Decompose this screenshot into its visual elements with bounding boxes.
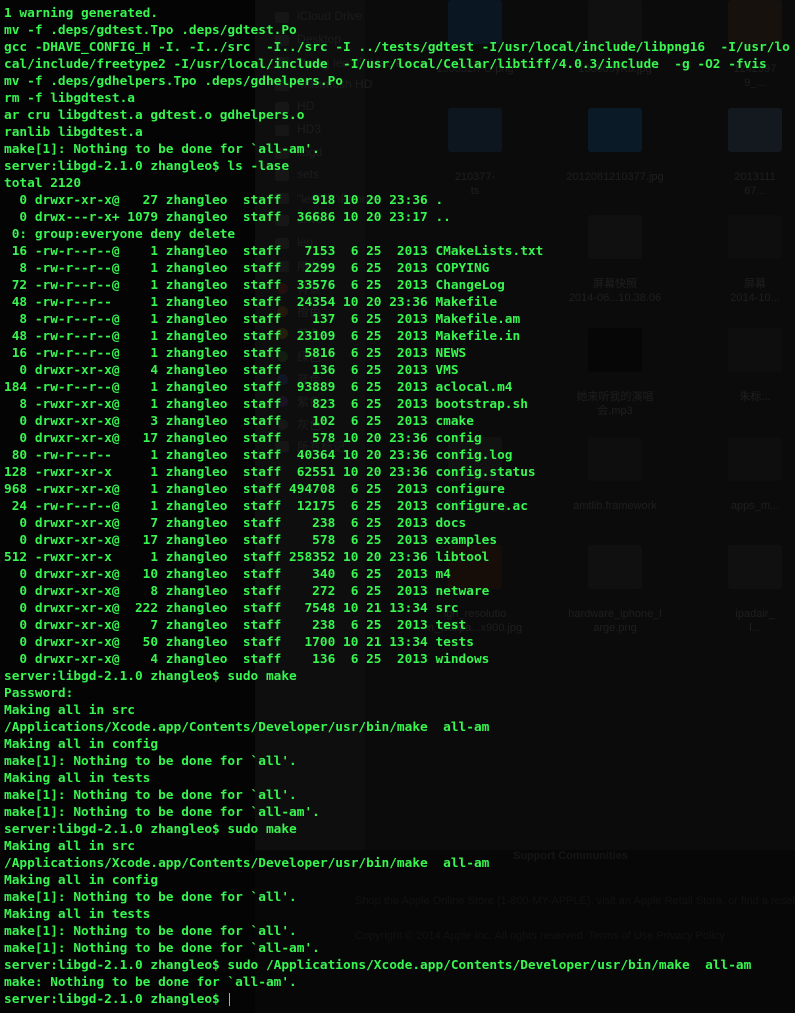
terminal-line: Making all in src: [4, 703, 135, 718]
terminal-line: 512 -rwxr-xr-x 1 zhangleo staff 258352 1…: [4, 550, 490, 565]
terminal-line: 0 drwxr-xr-x@ 8 zhangleo staff 272 6 25 …: [4, 584, 490, 599]
terminal-line: 0 drwxr-xr-x@ 3 zhangleo staff 102 6 25 …: [4, 414, 474, 429]
terminal-line: Making all in tests: [4, 771, 151, 786]
terminal-line: 48 -rw-r--r--@ 1 zhangleo staff 23109 6 …: [4, 329, 521, 344]
terminal-line: 8 -rw-r--r--@ 1 zhangleo staff 2299 6 25…: [4, 261, 490, 276]
terminal-line: 72 -rw-r--r--@ 1 zhangleo staff 33576 6 …: [4, 278, 505, 293]
terminal-line: 8 -rwxr-xr-x@ 1 zhangleo staff 823 6 25 …: [4, 397, 528, 412]
terminal-line: 0 drwx---r-x+ 1079 zhangleo staff 36686 …: [4, 210, 451, 225]
desktop-screen: iCloud DriveDesktopzhang leo"的"Mac Pr...…: [0, 0, 795, 1013]
terminal-output[interactable]: 1 warning generated. mv -f .deps/gdtest.T…: [4, 5, 790, 1008]
terminal-line: make[1]: Nothing to be done for `all-am'…: [4, 142, 320, 157]
terminal-line: 0 drwxr-xr-x@ 50 zhangleo staff 1700 10 …: [4, 635, 474, 650]
terminal-line: /Applications/Xcode.app/Contents/Develop…: [4, 720, 490, 735]
terminal-line: 0 drwxr-xr-x@ 17 zhangleo staff 578 10 2…: [4, 431, 482, 446]
terminal-line: 0 drwxr-xr-x@ 17 zhangleo staff 578 6 25…: [4, 533, 498, 548]
terminal-line: 0 drwxr-xr-x@ 4 zhangleo staff 136 6 25 …: [4, 363, 459, 378]
terminal-line: server:libgd-2.1.0 zhangleo$ sudo make: [4, 669, 297, 684]
terminal-line: 184 -rw-r--r--@ 1 zhangleo staff 93889 6…: [4, 380, 513, 395]
terminal-line: Password:: [4, 686, 74, 701]
terminal-line: 80 -rw-r--r-- 1 zhangleo staff 40364 10 …: [4, 448, 513, 463]
terminal-prompt-line[interactable]: server:libgd-2.1.0 zhangleo$: [4, 991, 790, 1008]
terminal-line: 0 drwxr-xr-x@ 222 zhangleo staff 7548 10…: [4, 601, 459, 616]
terminal-line: 8 -rw-r--r--@ 1 zhangleo staff 137 6 25 …: [4, 312, 521, 327]
terminal-line: cal/include/freetype2 -I/usr/local/inclu…: [4, 57, 767, 72]
terminal-line: make[1]: Nothing to be done for `all'.: [4, 754, 297, 769]
terminal-line: gcc -DHAVE_CONFIG_H -I. -I../src -I../sr…: [4, 40, 790, 55]
terminal-line: /Applications/Xcode.app/Contents/Develop…: [4, 856, 490, 871]
terminal-line: 0 drwxr-xr-x@ 10 zhangleo staff 340 6 25…: [4, 567, 451, 582]
terminal-line: ranlib libgdtest.a: [4, 125, 143, 140]
terminal-line: make[1]: Nothing to be done for `all'.: [4, 788, 297, 803]
terminal-line: 48 -rw-r--r-- 1 zhangleo staff 24354 10 …: [4, 295, 498, 310]
terminal-line: Making all in src: [4, 839, 135, 854]
terminal-line: 16 -rw-r--r--@ 1 zhangleo staff 5816 6 2…: [4, 346, 467, 361]
terminal-line: 0 drwxr-xr-x@ 4 zhangleo staff 136 6 25 …: [4, 652, 490, 667]
terminal-line: 16 -rw-r--r--@ 1 zhangleo staff 7153 6 2…: [4, 244, 544, 259]
terminal-line: make[1]: Nothing to be done for `all-am'…: [4, 805, 320, 820]
terminal-line: Making all in config: [4, 873, 159, 888]
terminal-line: Making all in tests: [4, 907, 151, 922]
terminal-line: server:libgd-2.1.0 zhangleo$ sudo make: [4, 822, 297, 837]
terminal-line: make[1]: Nothing to be done for `all'.: [4, 924, 297, 939]
terminal-line: 24 -rw-r--r--@ 1 zhangleo staff 12175 6 …: [4, 499, 528, 514]
terminal-line: Making all in config: [4, 737, 159, 752]
terminal-line: server:libgd-2.1.0 zhangleo$ sudo /Appli…: [4, 958, 752, 973]
terminal-line: mv -f .deps/gdhelpers.Tpo .deps/gdhelper…: [4, 74, 343, 89]
terminal-line: mv -f .deps/gdtest.Tpo .deps/gdtest.Po: [4, 23, 297, 38]
terminal-line: 0 drwxr-xr-x@ 7 zhangleo staff 238 6 25 …: [4, 618, 467, 633]
terminal-line: 0 drwxr-xr-x@ 27 zhangleo staff 918 10 2…: [4, 193, 444, 208]
terminal-line: make[1]: Nothing to be done for `all'.: [4, 890, 297, 905]
terminal-line: total 2120: [4, 176, 82, 191]
terminal-line: make: Nothing to be done for `all-am'.: [4, 975, 297, 990]
shell-prompt: server:libgd-2.1.0 zhangleo$: [4, 992, 228, 1007]
terminal-line: 0 drwxr-xr-x@ 7 zhangleo staff 238 6 25 …: [4, 516, 467, 531]
terminal-window[interactable]: 1 warning generated. mv -f .deps/gdtest.T…: [0, 0, 795, 1013]
terminal-line: 1 warning generated.: [4, 6, 159, 21]
terminal-line: 128 -rwxr-xr-x 1 zhangleo staff 62551 10…: [4, 465, 536, 480]
terminal-line: rm -f libgdtest.a: [4, 91, 135, 106]
text-cursor: [229, 993, 231, 1006]
terminal-line: 0: group:everyone deny delete: [4, 227, 236, 242]
terminal-line: 968 -rwxr-xr-x@ 1 zhangleo staff 494708 …: [4, 482, 505, 497]
terminal-line: server:libgd-2.1.0 zhangleo$ ls -lase: [4, 159, 290, 174]
terminal-line: ar cru libgdtest.a gdtest.o gdhelpers.o: [4, 108, 305, 123]
terminal-line: make[1]: Nothing to be done for `all-am'…: [4, 941, 320, 956]
